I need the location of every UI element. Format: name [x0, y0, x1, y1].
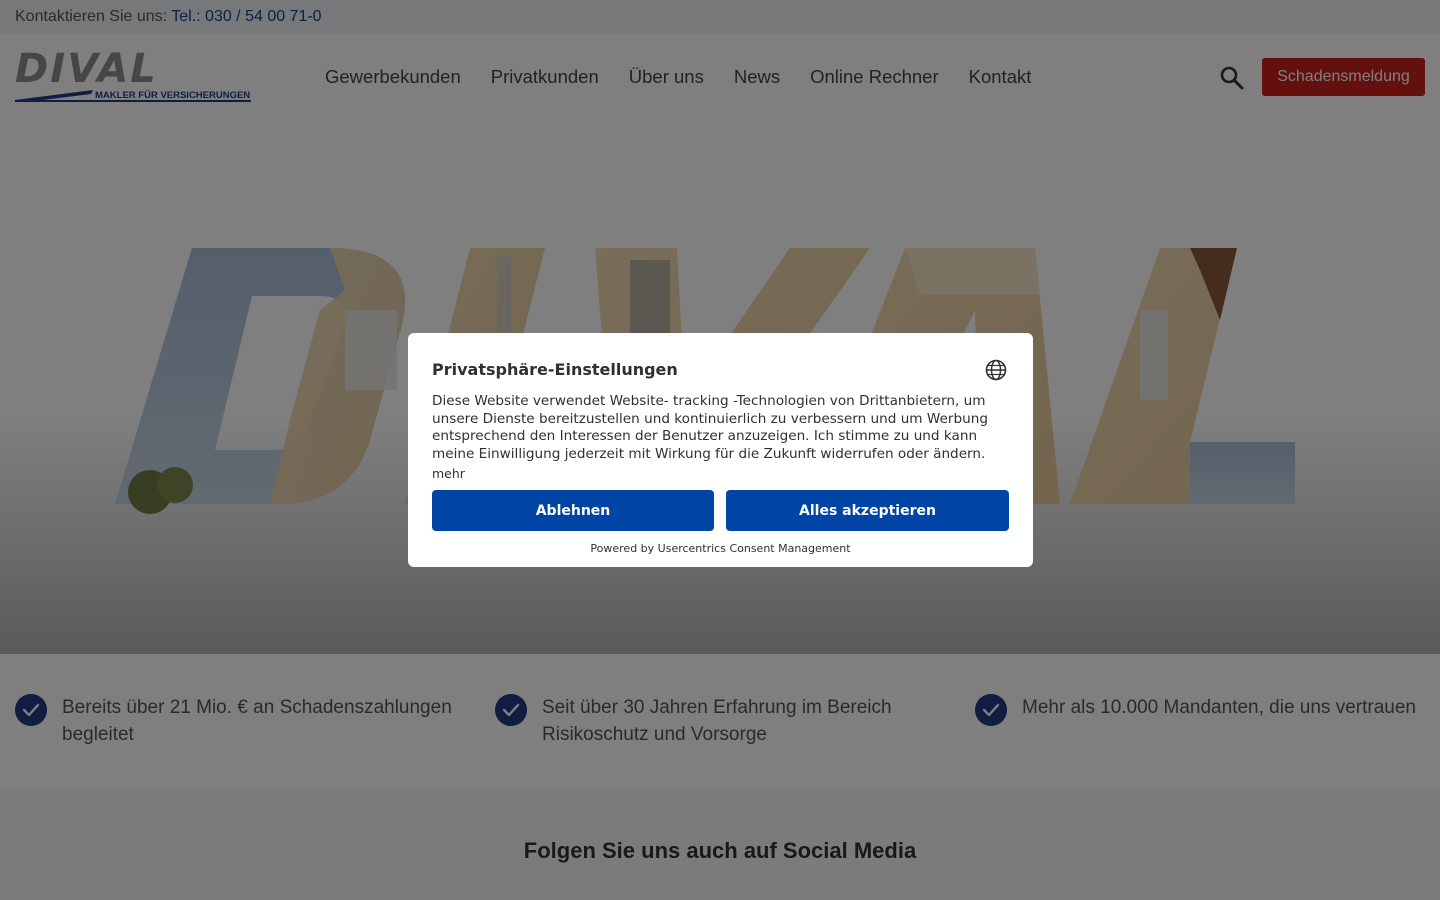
- globe-icon[interactable]: [985, 359, 1007, 381]
- more-link[interactable]: mehr: [432, 466, 465, 481]
- accept-all-button[interactable]: Alles akzeptieren: [726, 490, 1009, 531]
- deny-button[interactable]: Ablehnen: [432, 490, 714, 531]
- consent-body: Diese Website verwendet Website- trackin…: [432, 393, 988, 462]
- consent-dialog: Privatsphäre-Einstellungen Diese Website…: [408, 333, 1033, 567]
- consent-title: Privatsphäre-Einstellungen: [432, 360, 678, 379]
- powered-by-text[interactable]: Powered by Usercentrics Consent Manageme…: [408, 542, 1033, 555]
